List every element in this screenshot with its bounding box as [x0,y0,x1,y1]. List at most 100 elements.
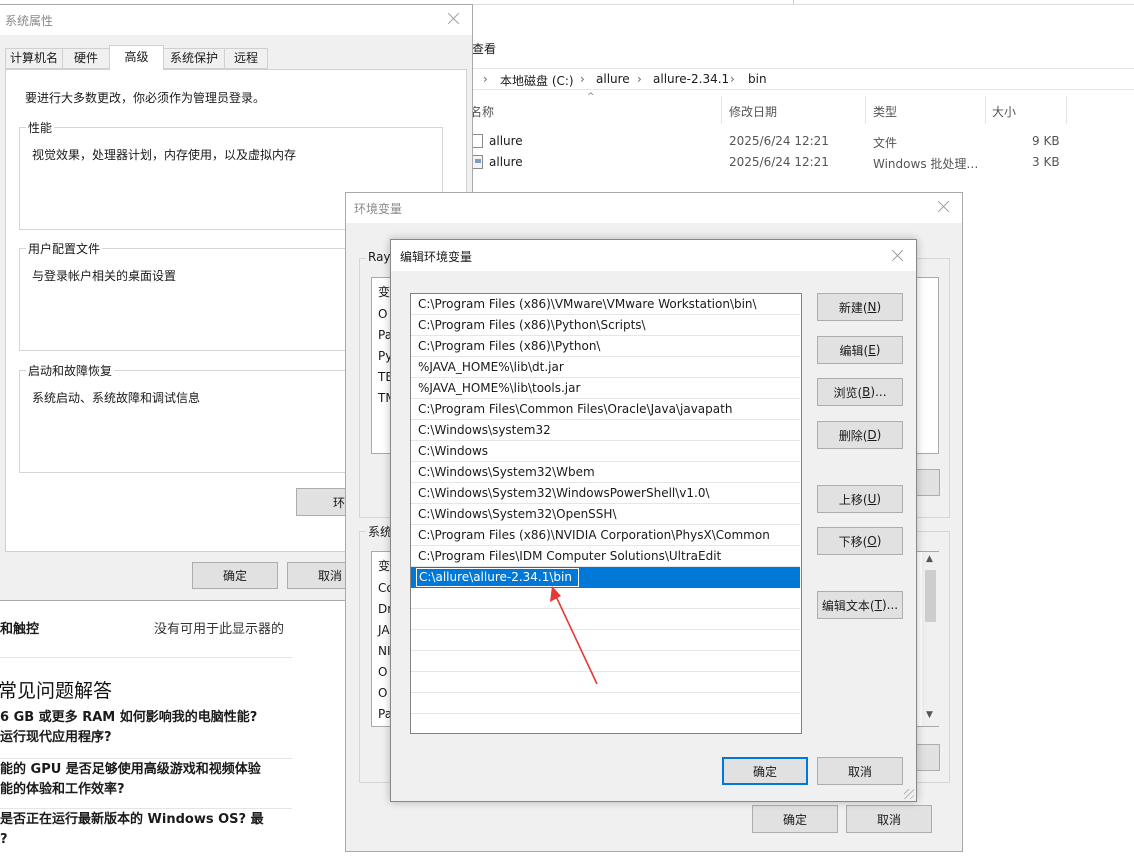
resize-grip-icon[interactable] [904,789,914,799]
path-item[interactable]: C:\Program Files\IDM Computer Solutions\… [411,546,800,567]
settings-row-value: 没有可用于此显示器的 [154,622,285,637]
column-size[interactable]: 大小 [992,103,1016,120]
move-down-hotkey: O [867,534,877,548]
edit-hotkey: E [868,343,876,357]
startup-recovery-label: 启动和故障恢复 [26,362,115,379]
tab-system-protection[interactable]: 系统保护 [163,48,225,69]
move-up-button[interactable]: 上移(U) [817,485,903,513]
path-item[interactable]: C:\Program Files (x86)\Python\ [411,336,800,357]
cancel-button[interactable]: 取消 [846,805,932,833]
breadcrumb-item[interactable]: 本地磁盘 (C:) [500,72,574,89]
cancel-label: 取消 [876,812,901,827]
column-divider [985,96,986,124]
column-date[interactable]: 修改日期 [729,103,777,120]
delete-button[interactable]: 删除(D) [817,421,903,449]
move-down-button[interactable]: 下移(O) [817,527,903,555]
file-size: 3 KB [1032,155,1060,169]
tab-hardware[interactable]: 硬件 [62,48,110,69]
title-bar: 系统属性 [0,5,472,35]
file-date: 2025/6/24 12:21 [729,155,829,169]
window-edge [793,0,794,5]
ok-button[interactable]: 确定 [722,757,808,785]
close-icon[interactable] [888,246,908,266]
settings-background: 和触控 没有可用于此显示器的 常见问题解答 6 GB 或更多 RAM 如何影响我… [0,580,292,863]
file-size: 9 KB [1032,134,1060,148]
ok-label: 确定 [222,569,247,583]
tab-remote[interactable]: 远程 [224,48,268,69]
path-item[interactable]: C:\Windows\system32 [411,420,800,441]
new-button[interactable]: 新建(N) [817,293,903,321]
scroll-up-icon[interactable]: ▲ [926,554,933,564]
dialog-title: 环境变量 [354,202,403,216]
tab-computer-name[interactable]: 计算机名 [5,48,63,69]
cancel-label: 取消 [317,569,342,583]
faq-item[interactable]: 是否正在运行最新版本的 Windows OS? 最 ? [0,808,292,850]
path-item[interactable]: C:\Windows\System32\OpenSSH\ [411,504,800,525]
new-label-end: ) [876,300,882,314]
path-item[interactable]: %JAVA_HOME%\lib\dt.jar [411,357,800,378]
ok-button[interactable]: 确定 [752,805,838,833]
path-empty-row [411,714,800,733]
close-icon[interactable] [444,9,464,29]
file-name: allure [489,155,523,169]
chevron-right-icon: › [483,72,488,86]
ok-label: 确定 [752,764,777,779]
list-item: NI [378,644,391,658]
settings-row-label: 和触控 [0,622,40,637]
browse-label: 浏览( [833,385,863,400]
vertical-scrollbar[interactable]: ▲ ▼ [922,552,939,726]
column-name[interactable]: 名称 [470,103,494,120]
move-up-hotkey: U [867,492,877,506]
path-item[interactable]: C:\Program Files (x86)\NVIDIA Corporatio… [411,525,800,546]
column-type[interactable]: 类型 [873,103,897,120]
ok-button[interactable]: 确定 [192,562,278,589]
menu-view[interactable]: 查看 [472,40,496,57]
user-variables-label: Ray [366,250,393,264]
scroll-down-icon[interactable]: ▼ [926,710,933,720]
cancel-label: 取消 [847,764,872,779]
title-bar: 环境变量 [346,193,962,223]
browse-button[interactable]: 浏览(B)... [817,378,903,406]
chevron-right-icon: › [637,72,642,86]
path-item[interactable]: C:\Windows [411,441,800,462]
sort-up-icon: ^ [587,92,595,102]
breadcrumb-item[interactable]: allure [596,72,630,86]
path-item[interactable]: C:\Windows\System32\WindowsPowerShell\v1… [411,483,800,504]
edit-environment-variable-dialog: 编辑环境变量 C:\Program Files (x86)\VMware\VMw… [390,239,917,802]
move-down-label-end: ) [876,534,882,548]
scroll-thumb[interactable] [925,570,936,622]
faq-title: 常见问题解答 [0,680,113,702]
tab-advanced[interactable]: 高级 [109,45,164,70]
file-row[interactable]: allure 2025/6/24 12:21 文件 9 KB [466,131,1134,152]
edit-text-label-end: )... [881,598,899,612]
edit-button[interactable]: 编辑(E) [817,336,903,364]
path-item[interactable]: %JAVA_HOME%\lib\tools.jar [411,378,800,399]
move-down-label: 下移( [838,534,868,549]
new-hotkey: N [867,300,877,314]
faq-question: 能的体验和工作效率? [0,782,125,797]
breadcrumb-item[interactable]: allure-2.34.1 [653,72,729,86]
close-icon[interactable] [934,197,954,217]
cancel-button[interactable]: 取消 [817,757,903,785]
column-divider [865,96,866,124]
column-divider [1066,96,1067,124]
file-icon [472,134,483,148]
chevron-right-icon: › [580,72,585,86]
file-row[interactable]: allure 2025/6/24 12:21 Windows 批处理… 3 KB [466,152,1134,173]
address-bar[interactable]: | › 本地磁盘 (C:) › allure › allure-2.34.1 ›… [466,68,1134,90]
path-item[interactable]: C:\Program Files\Common Files\Oracle\Jav… [411,399,800,420]
faq-item[interactable]: 能的 GPU 是否足够使用高级游戏和视频体验 能的体验和工作效率? [0,758,292,800]
edit-text-button[interactable]: 编辑文本(T)... [817,591,903,619]
faq-item[interactable]: 6 GB 或更多 RAM 如何影响我的电脑性能? 运行现代应用程序? [0,708,292,748]
path-item[interactable]: C:\Windows\System32\Wbem [411,462,800,483]
annotation-arrow [550,586,598,685]
batch-file-icon [472,155,483,169]
title-bar: 编辑环境变量 [391,240,916,271]
browse-label-end: )... [870,385,887,399]
path-item[interactable]: C:\Program Files (x86)\Python\Scripts\ [411,315,800,336]
startup-recovery-desc: 系统启动、系统故障和调试信息 [32,391,201,405]
path-item[interactable]: C:\Program Files (x86)\VMware\VMware Wor… [411,294,800,315]
user-profile-label: 用户配置文件 [26,240,103,257]
dialog-title: 系统属性 [5,14,54,28]
breadcrumb-item[interactable]: bin [748,72,767,86]
